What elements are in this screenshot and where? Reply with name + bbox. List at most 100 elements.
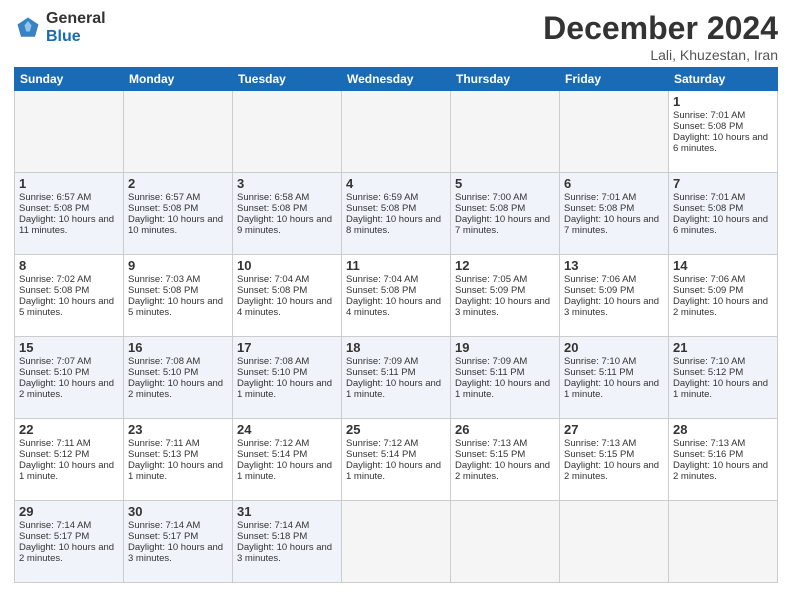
calendar-header-thursday: Thursday <box>451 68 560 91</box>
sunset-text: Sunset: 5:08 PM <box>673 121 743 132</box>
sunset-text: Sunset: 5:16 PM <box>673 449 743 460</box>
sunset-text: Sunset: 5:18 PM <box>237 531 307 542</box>
day-number: 24 <box>237 422 337 437</box>
daylight-text: Daylight: 10 hours and 10 minutes. <box>128 214 223 236</box>
sunrise-text: Sunrise: 7:09 AM <box>455 356 527 367</box>
page-container: General Blue December 2024 Lali, Khuzest… <box>0 0 792 589</box>
sunset-text: Sunset: 5:10 PM <box>237 367 307 378</box>
calendar-week-0: 1Sunrise: 7:01 AMSunset: 5:08 PMDaylight… <box>15 91 778 173</box>
sunset-text: Sunset: 5:08 PM <box>128 203 198 214</box>
calendar-cell: 14Sunrise: 7:06 AMSunset: 5:09 PMDayligh… <box>669 255 778 337</box>
sunrise-text: Sunrise: 7:14 AM <box>19 520 91 531</box>
daylight-text: Daylight: 10 hours and 1 minute. <box>237 460 332 482</box>
day-number: 17 <box>237 340 337 355</box>
day-number: 9 <box>128 258 228 273</box>
calendar-cell <box>560 501 669 583</box>
sunrise-text: Sunrise: 7:06 AM <box>564 274 636 285</box>
sunset-text: Sunset: 5:11 PM <box>455 367 525 378</box>
calendar-cell <box>233 91 342 173</box>
calendar-cell: 4Sunrise: 6:59 AMSunset: 5:08 PMDaylight… <box>342 173 451 255</box>
calendar-cell <box>451 91 560 173</box>
daylight-text: Daylight: 10 hours and 2 minutes. <box>19 542 114 564</box>
daylight-text: Daylight: 10 hours and 6 minutes. <box>673 214 768 236</box>
sunset-text: Sunset: 5:08 PM <box>237 285 307 296</box>
day-number: 26 <box>455 422 555 437</box>
daylight-text: Daylight: 10 hours and 3 minutes. <box>237 542 332 564</box>
day-number: 4 <box>346 176 446 191</box>
daylight-text: Daylight: 10 hours and 5 minutes. <box>128 296 223 318</box>
calendar-week-5: 29Sunrise: 7:14 AMSunset: 5:17 PMDayligh… <box>15 501 778 583</box>
daylight-text: Daylight: 10 hours and 2 minutes. <box>128 378 223 400</box>
sunset-text: Sunset: 5:08 PM <box>237 203 307 214</box>
day-number: 28 <box>673 422 773 437</box>
sunrise-text: Sunrise: 7:07 AM <box>19 356 91 367</box>
calendar-cell: 15Sunrise: 7:07 AMSunset: 5:10 PMDayligh… <box>15 337 124 419</box>
sunset-text: Sunset: 5:08 PM <box>346 203 416 214</box>
calendar-cell: 3Sunrise: 6:58 AMSunset: 5:08 PMDaylight… <box>233 173 342 255</box>
day-number: 6 <box>564 176 664 191</box>
daylight-text: Daylight: 10 hours and 4 minutes. <box>346 296 441 318</box>
calendar-cell: 13Sunrise: 7:06 AMSunset: 5:09 PMDayligh… <box>560 255 669 337</box>
sunset-text: Sunset: 5:10 PM <box>128 367 198 378</box>
calendar-cell: 7Sunrise: 7:01 AMSunset: 5:08 PMDaylight… <box>669 173 778 255</box>
sunrise-text: Sunrise: 7:09 AM <box>346 356 418 367</box>
sunset-text: Sunset: 5:17 PM <box>128 531 198 542</box>
calendar-cell <box>124 91 233 173</box>
daylight-text: Daylight: 10 hours and 1 minute. <box>19 460 114 482</box>
sunrise-text: Sunrise: 7:13 AM <box>564 438 636 449</box>
daylight-text: Daylight: 10 hours and 6 minutes. <box>673 132 768 154</box>
day-number: 8 <box>19 258 119 273</box>
sunset-text: Sunset: 5:14 PM <box>237 449 307 460</box>
location: Lali, Khuzestan, Iran <box>543 47 778 63</box>
calendar-week-2: 8Sunrise: 7:02 AMSunset: 5:08 PMDaylight… <box>15 255 778 337</box>
calendar-header-wednesday: Wednesday <box>342 68 451 91</box>
calendar-cell: 26Sunrise: 7:13 AMSunset: 5:15 PMDayligh… <box>451 419 560 501</box>
sunset-text: Sunset: 5:08 PM <box>346 285 416 296</box>
sunrise-text: Sunrise: 6:57 AM <box>19 192 91 203</box>
daylight-text: Daylight: 10 hours and 3 minutes. <box>564 296 659 318</box>
sunset-text: Sunset: 5:09 PM <box>455 285 525 296</box>
sunset-text: Sunset: 5:17 PM <box>19 531 89 542</box>
daylight-text: Daylight: 10 hours and 1 minute. <box>564 378 659 400</box>
day-number: 15 <box>19 340 119 355</box>
sunrise-text: Sunrise: 7:01 AM <box>564 192 636 203</box>
daylight-text: Daylight: 10 hours and 2 minutes. <box>19 378 114 400</box>
calendar-cell: 30Sunrise: 7:14 AMSunset: 5:17 PMDayligh… <box>124 501 233 583</box>
day-number: 3 <box>237 176 337 191</box>
calendar-cell <box>342 501 451 583</box>
sunset-text: Sunset: 5:15 PM <box>455 449 525 460</box>
sunset-text: Sunset: 5:10 PM <box>19 367 89 378</box>
day-number: 5 <box>455 176 555 191</box>
calendar-week-4: 22Sunrise: 7:11 AMSunset: 5:12 PMDayligh… <box>15 419 778 501</box>
day-number: 29 <box>19 504 119 519</box>
daylight-text: Daylight: 10 hours and 9 minutes. <box>237 214 332 236</box>
sunrise-text: Sunrise: 7:11 AM <box>19 438 91 449</box>
calendar-cell: 10Sunrise: 7:04 AMSunset: 5:08 PMDayligh… <box>233 255 342 337</box>
calendar-header-sunday: Sunday <box>15 68 124 91</box>
daylight-text: Daylight: 10 hours and 2 minutes. <box>673 296 768 318</box>
calendar-header-row: SundayMondayTuesdayWednesdayThursdayFrid… <box>15 68 778 91</box>
calendar-cell <box>342 91 451 173</box>
calendar-cell: 8Sunrise: 7:02 AMSunset: 5:08 PMDaylight… <box>15 255 124 337</box>
daylight-text: Daylight: 10 hours and 1 minute. <box>455 378 550 400</box>
sunset-text: Sunset: 5:08 PM <box>564 203 634 214</box>
sunrise-text: Sunrise: 7:04 AM <box>346 274 418 285</box>
sunrise-text: Sunrise: 7:08 AM <box>128 356 200 367</box>
calendar-cell: 28Sunrise: 7:13 AMSunset: 5:16 PMDayligh… <box>669 419 778 501</box>
day-number: 12 <box>455 258 555 273</box>
calendar-cell: 1Sunrise: 6:57 AMSunset: 5:08 PMDaylight… <box>15 173 124 255</box>
calendar-cell: 16Sunrise: 7:08 AMSunset: 5:10 PMDayligh… <box>124 337 233 419</box>
daylight-text: Daylight: 10 hours and 1 minute. <box>128 460 223 482</box>
day-number: 20 <box>564 340 664 355</box>
day-number: 27 <box>564 422 664 437</box>
sunrise-text: Sunrise: 7:10 AM <box>564 356 636 367</box>
title-block: December 2024 Lali, Khuzestan, Iran <box>543 10 778 63</box>
sunset-text: Sunset: 5:08 PM <box>19 203 89 214</box>
sunset-text: Sunset: 5:14 PM <box>346 449 416 460</box>
calendar-cell: 19Sunrise: 7:09 AMSunset: 5:11 PMDayligh… <box>451 337 560 419</box>
daylight-text: Daylight: 10 hours and 1 minute. <box>237 378 332 400</box>
calendar-cell: 20Sunrise: 7:10 AMSunset: 5:11 PMDayligh… <box>560 337 669 419</box>
sunrise-text: Sunrise: 7:05 AM <box>455 274 527 285</box>
calendar-cell: 6Sunrise: 7:01 AMSunset: 5:08 PMDaylight… <box>560 173 669 255</box>
calendar-cell <box>560 91 669 173</box>
